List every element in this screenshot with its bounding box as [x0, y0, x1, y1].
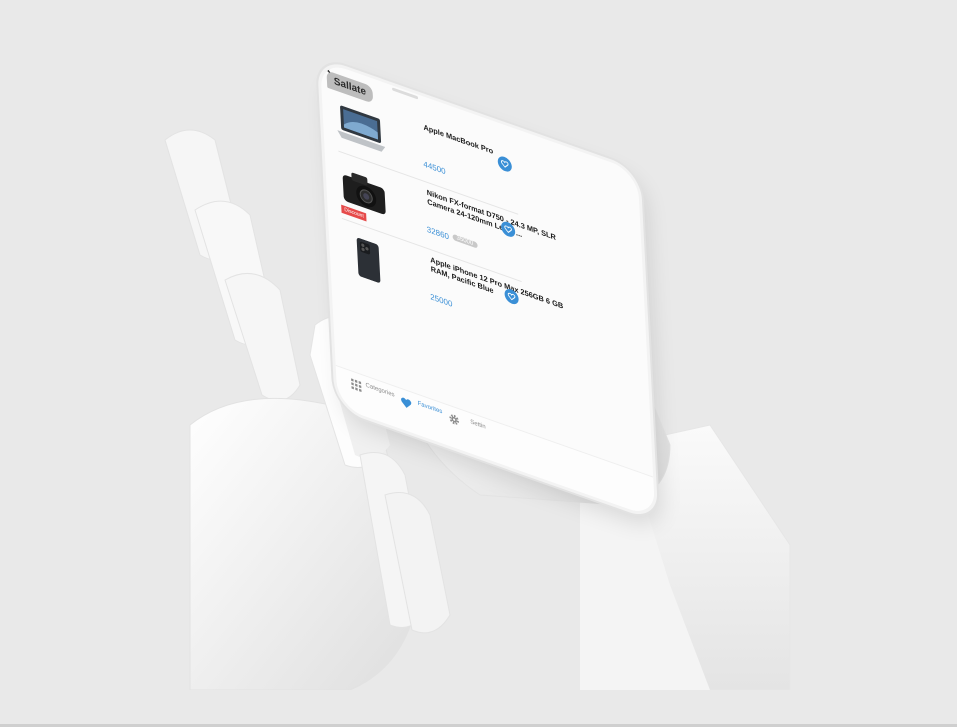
product-old-price: 35000: [452, 233, 478, 249]
gear-icon: [449, 414, 459, 425]
product-price: 32860: [426, 224, 450, 242]
heart-icon: [507, 292, 516, 301]
heart-icon: [500, 160, 509, 168]
heart-icon: [504, 225, 512, 234]
tab-label: Favorites: [417, 400, 443, 416]
mockup-scene: Sallate Apple MacBook Pro 44500 Discount…: [150, 25, 800, 690]
product-image: [337, 105, 386, 152]
tab-label: Settin: [470, 419, 486, 431]
product-image: [356, 237, 381, 283]
tab-label: Categories: [365, 382, 395, 399]
tab-settings[interactable]: Settin: [448, 411, 508, 438]
product-price: 44500: [423, 159, 446, 177]
grid-icon: [351, 378, 362, 393]
product-price: 25000: [429, 291, 453, 309]
heart-icon: [401, 397, 412, 408]
